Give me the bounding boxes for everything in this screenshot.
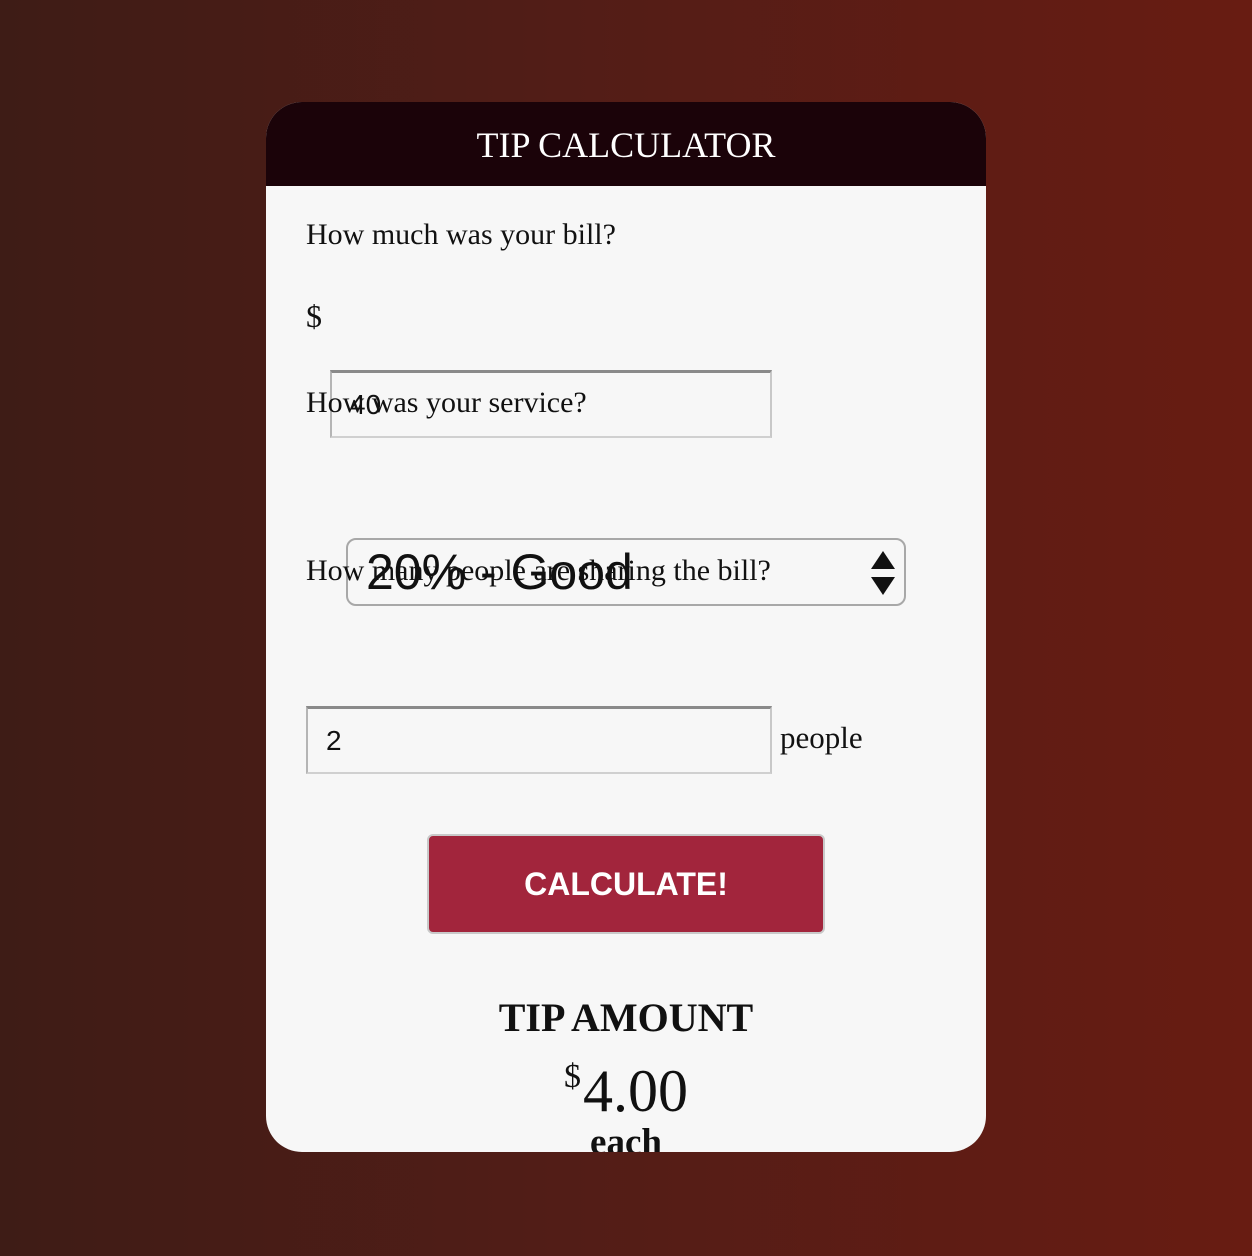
- people-suffix-label: people: [780, 720, 863, 755]
- card-header: TIP CALCULATOR: [266, 102, 986, 186]
- tip-per-person-label: each: [590, 1122, 662, 1152]
- people-question: How many people are sharing the bill?: [306, 554, 771, 587]
- tip-currency-symbol: $: [564, 1058, 581, 1095]
- tip-amount-value: $4.00: [266, 1042, 986, 1126]
- tip-result: TIP AMOUNT $4.00 each: [266, 994, 986, 1152]
- calculator-form: How much was your bill? $ How was your s…: [266, 186, 986, 1152]
- people-count-input[interactable]: [306, 706, 772, 774]
- tip-calculator-card: TIP CALCULATOR How much was your bill? $…: [266, 102, 986, 1152]
- tip-amount-label: TIP AMOUNT: [498, 995, 754, 1040]
- bill-currency-symbol: $: [306, 298, 322, 334]
- bill-question: How much was your bill?: [306, 218, 616, 251]
- page-title: TIP CALCULATOR: [476, 125, 776, 165]
- select-up-down-arrows-icon: [871, 551, 895, 595]
- calculate-button[interactable]: CALCULATE!: [427, 834, 825, 934]
- tip-amount-number: 4.00: [583, 1058, 688, 1124]
- service-question: How was your service?: [306, 386, 587, 419]
